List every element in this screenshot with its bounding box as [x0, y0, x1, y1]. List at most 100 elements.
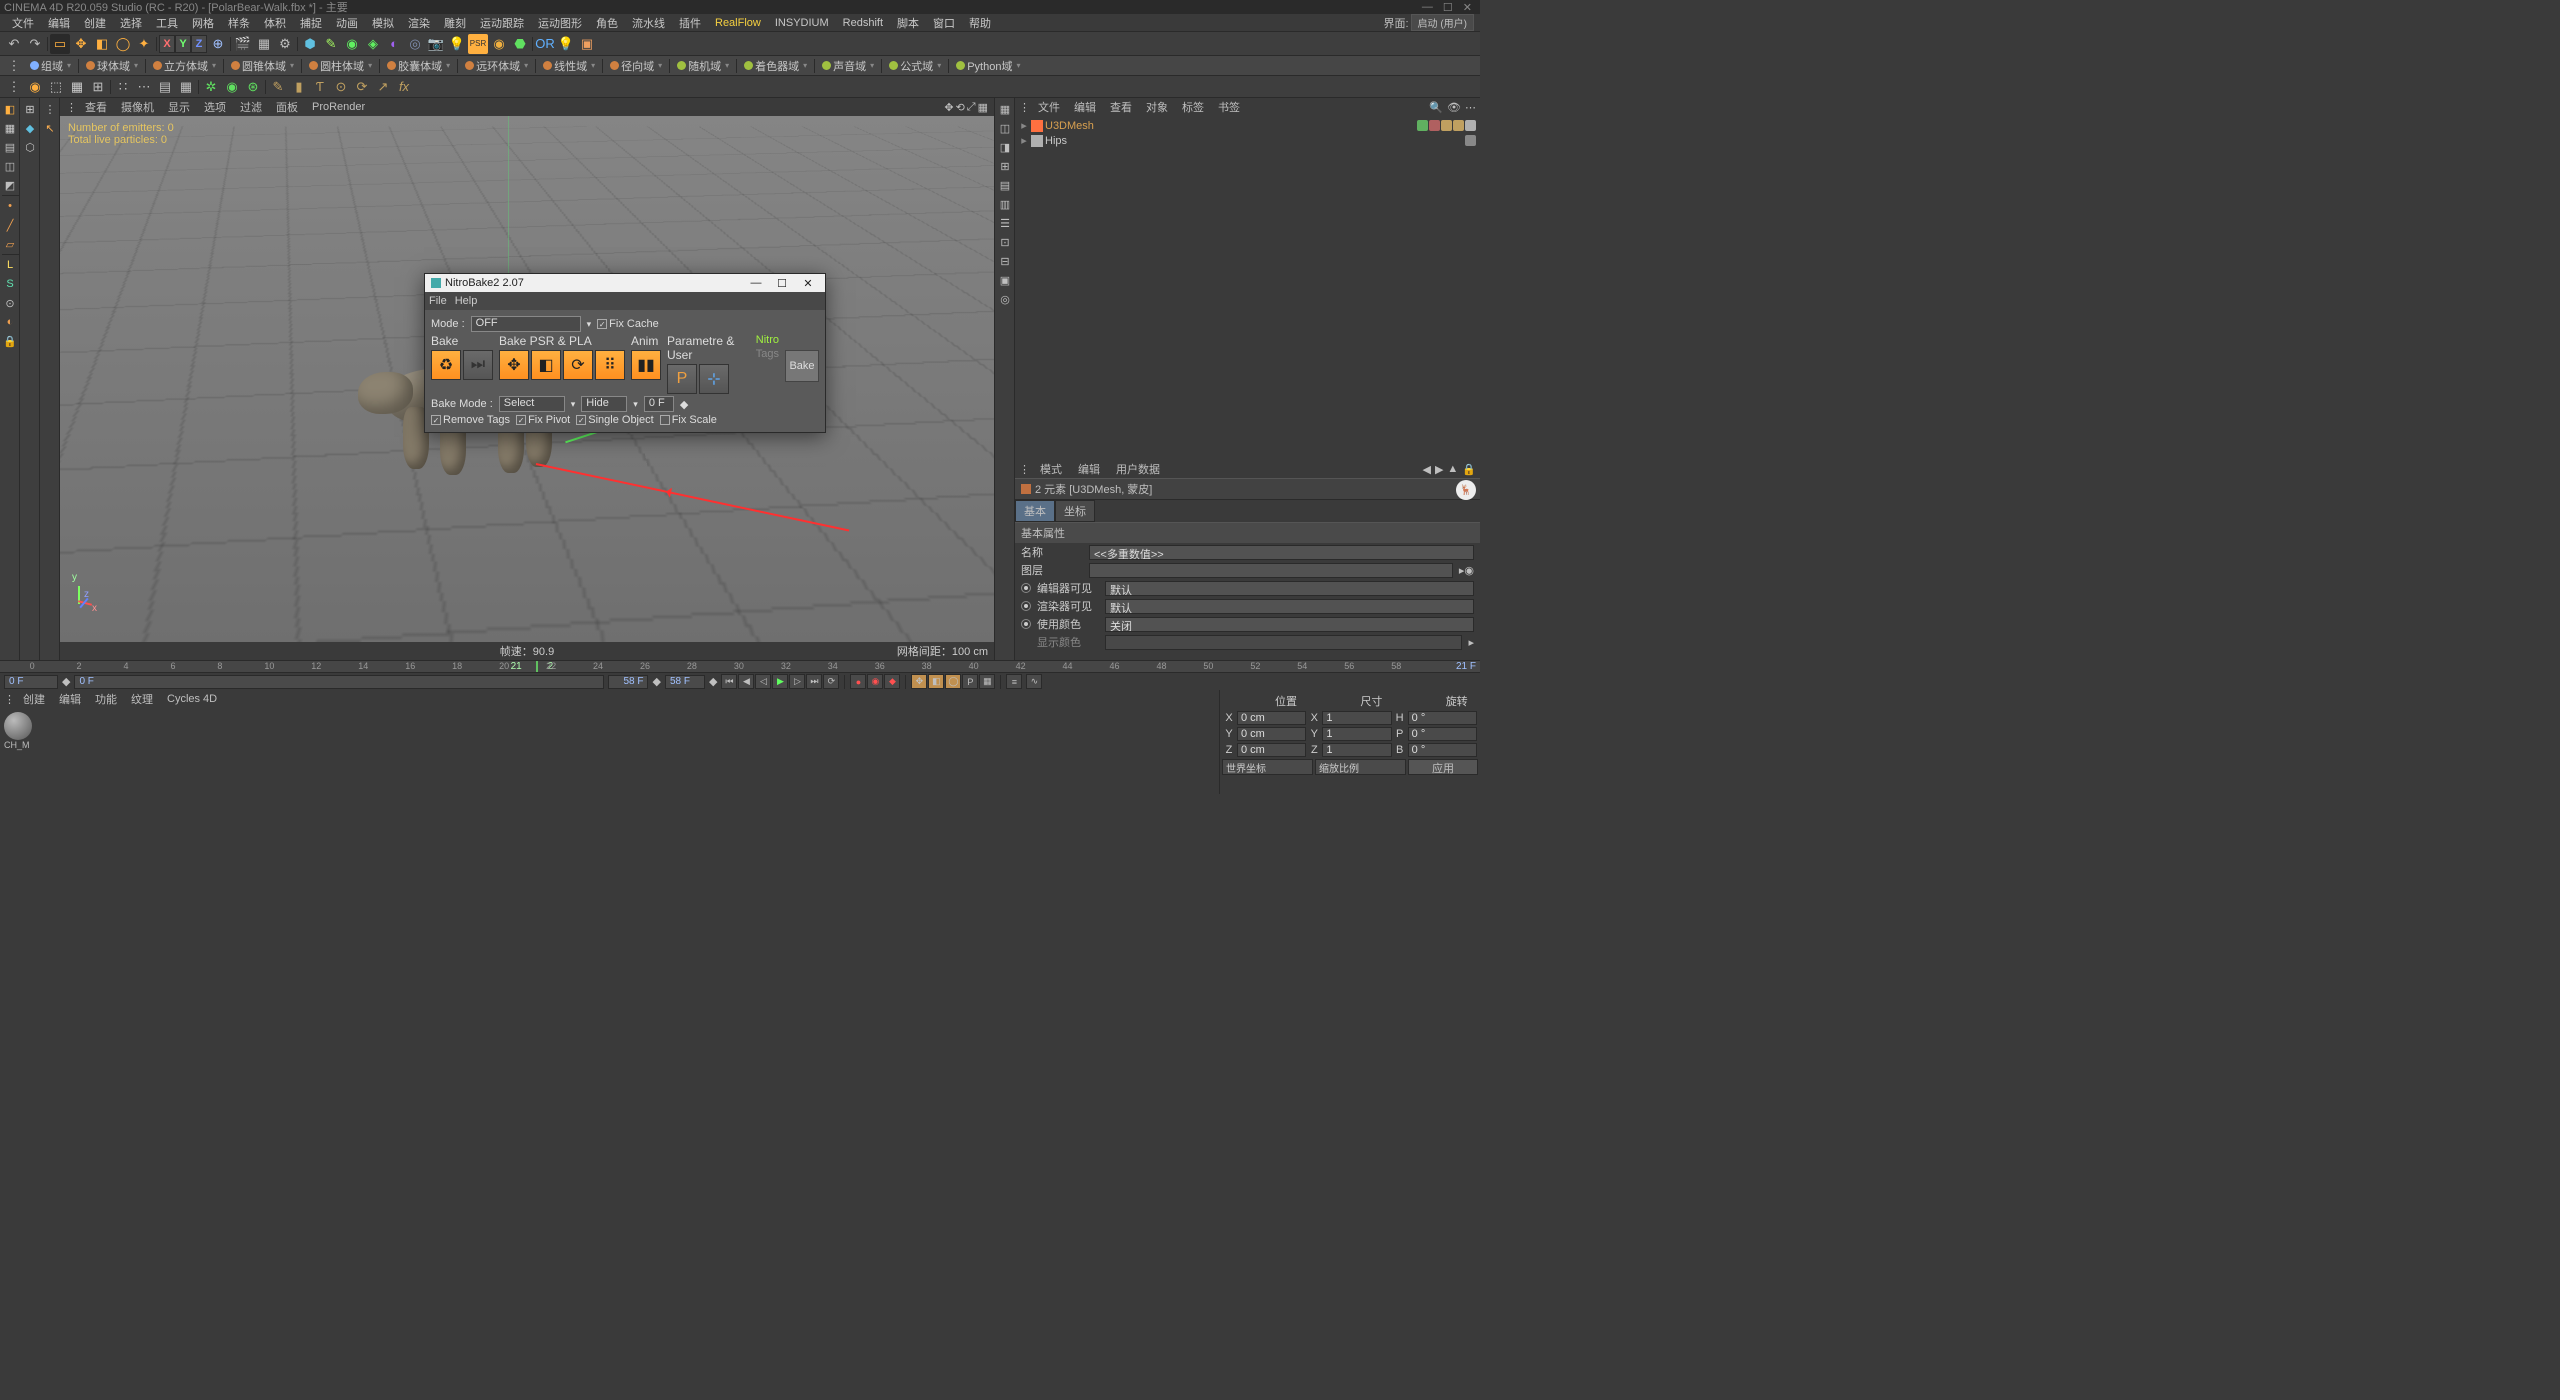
coord-system-icon[interactable]: ⊕ [208, 34, 228, 54]
paint7-icon[interactable]: fx [394, 77, 414, 97]
timeline[interactable]: 21 2 21 F 024681012141618202224262830323… [0, 660, 1480, 673]
menu-anim[interactable]: 动画 [330, 14, 364, 32]
kf-param-icon[interactable]: P [962, 674, 978, 689]
ls-edges-icon[interactable]: ╱ [1, 216, 19, 234]
layout-select[interactable]: 启动 (用户) [1411, 14, 1474, 31]
ls-polys-icon[interactable]: ▱ [1, 235, 19, 253]
menu-redshift[interactable]: Redshift [837, 16, 889, 30]
obj-view[interactable]: 查看 [1104, 99, 1138, 115]
step-fwd-icon[interactable]: ▷ [789, 674, 805, 689]
attr-lock-icon[interactable]: 🔒 [1462, 463, 1476, 476]
rot-b-field[interactable]: 0 ° [1408, 743, 1477, 757]
mat-tag-icon[interactable] [1429, 120, 1440, 131]
vp-nav1-icon[interactable]: ✥ [944, 101, 953, 114]
autokey-icon[interactable]: ◉ [867, 674, 883, 689]
hide-select[interactable]: Hide [581, 396, 627, 412]
paint6-icon[interactable]: ↗ [373, 77, 393, 97]
single-object-check[interactable]: ✓Single Object [576, 414, 653, 426]
paint3-icon[interactable]: Ƭ [310, 77, 330, 97]
tag5-icon[interactable] [1465, 120, 1476, 131]
domain-formula[interactable]: 公式域▾ [883, 56, 947, 75]
obj-tags[interactable]: 标签 [1176, 99, 1210, 115]
move-tool-icon[interactable]: ✥ [71, 34, 91, 54]
render-region-icon[interactable]: ▦ [254, 34, 274, 54]
domain-sphere[interactable]: 球体域▾ [80, 56, 144, 75]
ls-work-icon[interactable]: ◐ [1, 313, 19, 331]
expander-icon[interactable]: ▸ [1019, 134, 1029, 147]
dialog-max-icon[interactable]: ☐ [771, 277, 793, 290]
menu-edit[interactable]: 编辑 [42, 14, 76, 32]
domain-python[interactable]: Python域▾ [950, 56, 1026, 75]
rec-icon[interactable]: ● [850, 674, 866, 689]
play-back-icon[interactable]: ◁ [755, 674, 771, 689]
rs4-icon[interactable]: ⊞ [996, 157, 1014, 175]
menu-mesh[interactable]: 网格 [186, 14, 220, 32]
tag4-icon[interactable] [1453, 120, 1464, 131]
vp-nav2-icon[interactable]: ⟲ [956, 101, 965, 114]
attr-nav-next-icon[interactable]: ▶ [1435, 463, 1443, 476]
ls-axis-icon[interactable]: L [1, 256, 19, 274]
coord-scale-select[interactable]: 缩放比例 [1315, 759, 1406, 775]
ls3-1-icon[interactable]: ⋮ [41, 100, 59, 118]
rs10-icon[interactable]: ▣ [996, 271, 1014, 289]
obj-name[interactable]: U3DMesh [1045, 120, 1094, 132]
camera-icon[interactable]: 📷 [426, 34, 446, 54]
render-icon[interactable]: 🎬 [233, 34, 253, 54]
dialog-min-icon[interactable]: — [745, 277, 767, 289]
obj-objects[interactable]: 对象 [1140, 99, 1174, 115]
obj-menu-icon[interactable]: ⋯ [1465, 101, 1476, 114]
attr-nav-up-icon[interactable]: ▲ [1447, 463, 1458, 475]
size-y-field[interactable]: 1 [1322, 727, 1391, 741]
lightbulb-icon[interactable]: 💡 [556, 34, 576, 54]
obj-search-icon[interactable]: 🔍 [1429, 101, 1443, 114]
menu-snap[interactable]: 捕捉 [294, 14, 328, 32]
win-close[interactable]: ✕ [1463, 1, 1472, 14]
domain-cylinder[interactable]: 圆柱体域▾ [303, 56, 378, 75]
ls2-c-icon[interactable]: ⬡ [21, 138, 39, 156]
psr-pla-button[interactable]: ⠿ [595, 350, 625, 380]
menu-tools[interactable]: 工具 [150, 14, 184, 32]
ls2-a-icon[interactable]: ⊞ [21, 100, 39, 118]
environment-icon[interactable]: ◎ [405, 34, 425, 54]
key-icon[interactable]: ◆ [884, 674, 900, 689]
vp-nav4-icon[interactable]: ▦ [978, 101, 988, 114]
obj-name[interactable]: Hips [1045, 135, 1067, 147]
paint2-icon[interactable]: ▮ [289, 77, 309, 97]
menu-insydium[interactable]: INSYDIUM [769, 16, 835, 30]
tab-coord[interactable]: 坐标 [1055, 500, 1095, 522]
timeline-range-slider[interactable]: 0 F [74, 675, 604, 689]
pos-z-field[interactable]: 0 cm [1237, 743, 1306, 757]
vp-filter[interactable]: 过滤 [234, 99, 268, 115]
domain-linear[interactable]: 线性域▾ [537, 56, 601, 75]
fix-pivot-check[interactable]: ✓Fix Pivot [516, 414, 570, 426]
radio-editorvis[interactable] [1021, 583, 1031, 593]
sheet-icon[interactable]: ≡ [1006, 674, 1022, 689]
menu-track[interactable]: 运动跟踪 [474, 14, 530, 32]
rs5-icon[interactable]: ▤ [996, 176, 1014, 194]
attr-nav-prev-icon[interactable]: ◀ [1422, 463, 1430, 476]
attr-editorvis-field[interactable]: 默认 [1105, 581, 1474, 596]
vp-options[interactable]: 选项 [198, 99, 232, 115]
scale-tool-icon[interactable]: ◧ [92, 34, 112, 54]
menu-select[interactable]: 选择 [114, 14, 148, 32]
obj-eye-icon[interactable]: 👁 [1447, 101, 1461, 114]
lasttool-icon[interactable]: ✦ [134, 34, 154, 54]
menu-create[interactable]: 创建 [78, 14, 112, 32]
menu-plugins[interactable]: 插件 [673, 14, 707, 32]
apply-button[interactable]: 应用 [1408, 759, 1478, 775]
obj-file[interactable]: 文件 [1032, 99, 1066, 115]
win-min[interactable]: — [1422, 1, 1433, 14]
ls-uvpoint-icon[interactable]: ◩ [1, 176, 19, 194]
bake-recycle-button[interactable]: ♻ [431, 350, 461, 380]
kf-pos-icon[interactable]: ✥ [911, 674, 927, 689]
menu-mograph[interactable]: 运动图形 [532, 14, 588, 32]
gear3-icon[interactable]: ⊛ [243, 77, 263, 97]
radio-usecolor[interactable] [1021, 619, 1031, 629]
ls-lock-icon[interactable]: 🔒 [1, 332, 19, 350]
end-frame-2[interactable]: 58 F [665, 675, 705, 689]
dialog-file[interactable]: File [429, 295, 447, 307]
spin3-icon[interactable]: ◆ [709, 675, 717, 688]
light-icon[interactable]: 💡 [447, 34, 467, 54]
material-ball-icon[interactable] [4, 712, 32, 740]
remove-tags-check[interactable]: ✓Remove Tags [431, 414, 510, 426]
